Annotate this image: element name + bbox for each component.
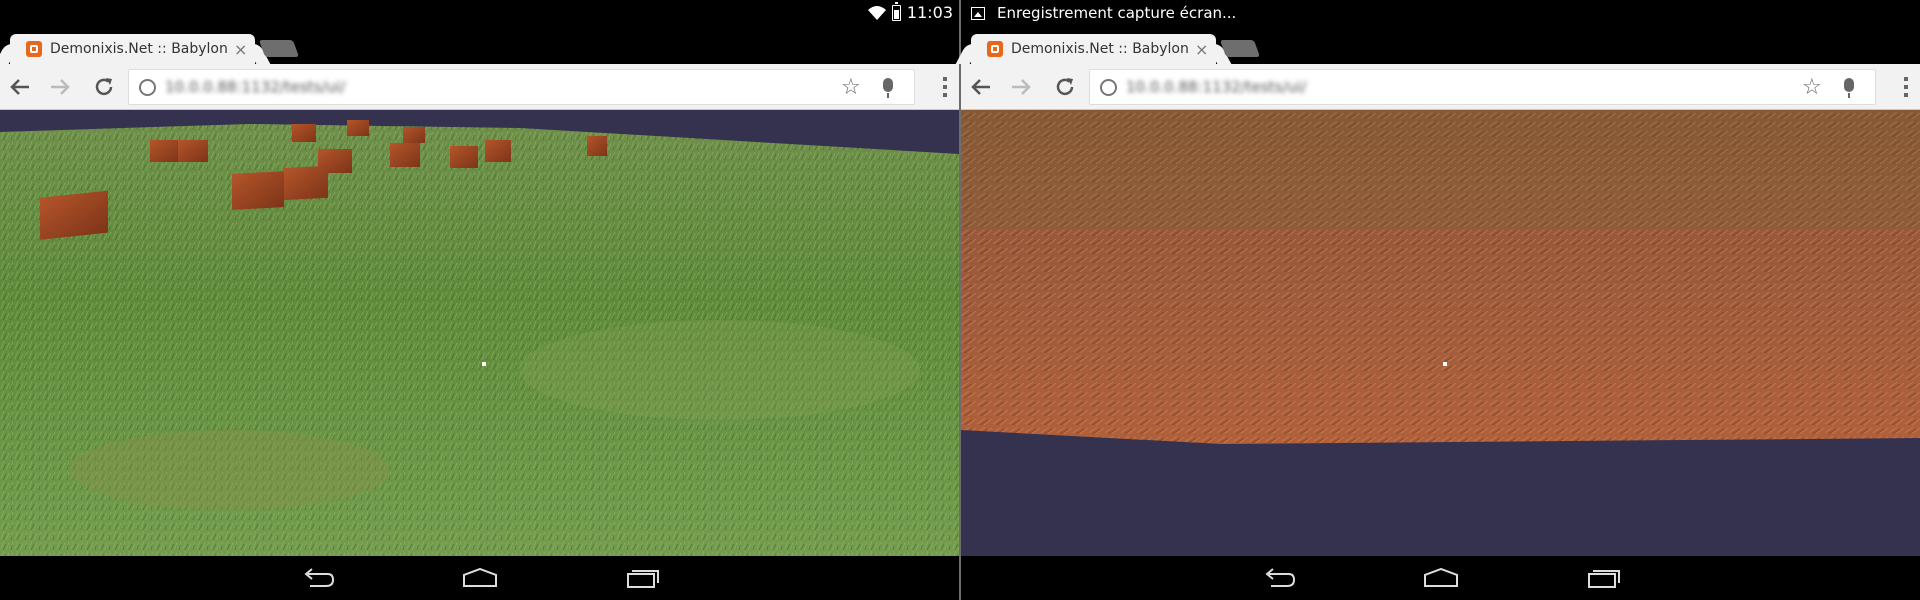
omnibox[interactable]: 10.0.0.88:1132/tests/ui/ ☆: [128, 69, 915, 105]
tab-title: Demonixis.Net :: Babylon: [50, 41, 228, 57]
notification: Enregistrement capture écran...: [971, 4, 1236, 22]
battery-icon: [891, 1, 901, 21]
webgl-canvas[interactable]: [0, 110, 959, 556]
omnibox[interactable]: 10.0.0.88:1132/tests/ui/ ☆: [1089, 69, 1876, 105]
reload-icon[interactable]: [1053, 75, 1077, 99]
clock: 11:03: [906, 3, 953, 22]
system-status: 11:03: [760, 0, 959, 28]
crosshair: [482, 362, 486, 366]
tab-close-icon[interactable]: ×: [234, 40, 247, 59]
back-nav-icon[interactable]: [300, 568, 334, 588]
system-navbar-left: [0, 556, 959, 600]
tab-active[interactable]: Demonixis.Net :: Babylon ×: [971, 34, 1216, 64]
new-tab-button[interactable]: [258, 40, 300, 57]
forward-arrow-icon[interactable]: [48, 75, 72, 99]
wifi-icon: [867, 5, 886, 20]
new-tab-button[interactable]: [1219, 40, 1261, 57]
browser-right: Demonixis.Net :: Babylon × 10.0.0.88:113…: [961, 28, 1920, 556]
forward-arrow-icon[interactable]: [1009, 75, 1033, 99]
toolbar: 10.0.0.88:1132/tests/ui/ ☆: [961, 64, 1920, 110]
toolbar: 10.0.0.88:1132/tests/ui/ ☆: [0, 64, 959, 110]
notification-text: Enregistrement capture écran...: [997, 4, 1237, 22]
home-nav-icon[interactable]: [1423, 568, 1459, 588]
reload-icon[interactable]: [92, 75, 116, 99]
star-icon[interactable]: ☆: [1802, 75, 1822, 100]
back-arrow-icon[interactable]: [969, 75, 993, 99]
screenshot-icon: [971, 6, 985, 20]
tab-strip: Demonixis.Net :: Babylon ×: [0, 28, 959, 64]
recent-apps-icon[interactable]: [626, 568, 660, 588]
home-nav-icon[interactable]: [462, 568, 498, 588]
scene-grass: [0, 110, 959, 556]
url-text: 10.0.0.88:1132/tests/ui/: [1126, 78, 1307, 96]
mic-icon[interactable]: [883, 78, 893, 98]
star-icon[interactable]: ☆: [841, 75, 861, 100]
webgl-canvas[interactable]: [961, 110, 1920, 556]
mic-icon[interactable]: [1844, 78, 1854, 98]
globe-icon: [139, 79, 156, 96]
back-arrow-icon[interactable]: [8, 75, 32, 99]
favicon-icon: [987, 41, 1003, 57]
crosshair: [1443, 362, 1447, 366]
favicon-icon: [26, 41, 42, 57]
url-text: 10.0.0.88:1132/tests/ui/: [165, 78, 346, 96]
tab-strip: Demonixis.Net :: Babylon ×: [961, 28, 1920, 64]
browser-left: Demonixis.Net :: Babylon × 10.0.0.88:113…: [0, 28, 959, 556]
scene-ground-underside: [961, 110, 1920, 556]
recent-apps-icon[interactable]: [1587, 568, 1621, 588]
globe-icon: [1100, 79, 1117, 96]
status-bar-right: Enregistrement capture écran...: [961, 0, 1920, 28]
tab-active[interactable]: Demonixis.Net :: Babylon ×: [10, 34, 255, 64]
tab-close-icon[interactable]: ×: [1195, 40, 1208, 59]
menu-icon[interactable]: [943, 77, 947, 97]
tab-title: Demonixis.Net :: Babylon: [1011, 41, 1189, 57]
system-navbar-right: [961, 556, 1920, 600]
back-nav-icon[interactable]: [1261, 568, 1295, 588]
menu-icon[interactable]: [1904, 77, 1908, 97]
